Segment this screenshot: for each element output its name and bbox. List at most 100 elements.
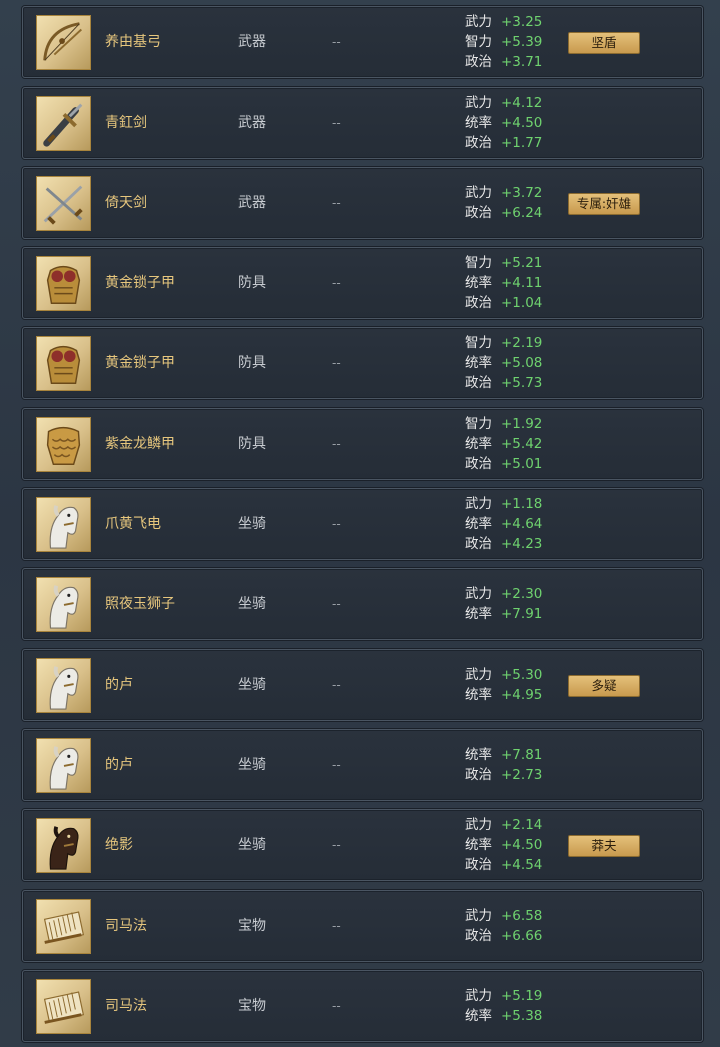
item-extra: --: [332, 276, 341, 290]
stat-line: 统率 +7.81: [465, 745, 575, 765]
stat-label: 武力: [465, 586, 492, 602]
item-stats: 武力 +3.25 智力 +5.39 政治 +3.71: [465, 7, 575, 77]
stat-line: 武力 +3.25: [465, 12, 575, 32]
item-name: 绝影: [105, 837, 133, 853]
stat-line: 智力 +1.92: [465, 414, 575, 434]
item-stats: 智力 +5.21 统率 +4.11 政治 +1.04: [465, 248, 575, 318]
scroll-icon: [36, 979, 91, 1034]
stat-value: +5.01: [501, 456, 543, 472]
stat-line: 政治 +4.54: [465, 855, 575, 875]
item-type: 宝物: [238, 918, 266, 934]
stat-value: +3.25: [501, 14, 543, 30]
bow-icon: [36, 15, 91, 70]
stat-label: 智力: [465, 335, 492, 351]
crossed-swords-icon: [36, 176, 91, 231]
item-name: 黄金锁子甲: [105, 355, 175, 371]
scale-armor-icon: [36, 417, 91, 472]
item-type: 坐骑: [238, 757, 266, 773]
stat-line: 政治 +5.01: [465, 454, 575, 474]
equipment-row[interactable]: 的卢 坐骑 -- 武力 +5.30 统率 +4.95 多疑: [22, 649, 703, 721]
stat-line: 政治 +1.77: [465, 133, 575, 153]
equipment-row[interactable]: 青釭剑 武器 -- 武力 +4.12 统率 +4.50 政治 +1.77: [22, 87, 703, 159]
stat-value: +4.50: [501, 837, 543, 853]
stat-line: 政治 +5.73: [465, 373, 575, 393]
stat-label: 武力: [465, 667, 492, 683]
stat-label: 武力: [465, 817, 492, 833]
stat-label: 统率: [465, 115, 492, 131]
item-extra: --: [332, 678, 341, 692]
stat-value: +6.24: [501, 205, 543, 221]
item-name: 黄金锁子甲: [105, 275, 175, 291]
armor-icon: [36, 336, 91, 391]
equipment-row[interactable]: 绝影 坐骑 -- 武力 +2.14 统率 +4.50 政治 +4.54 莽夫: [22, 809, 703, 881]
white-horse-icon: [36, 497, 91, 552]
equipment-row[interactable]: 黄金锁子甲 防具 -- 智力 +5.21 统率 +4.11 政治 +1.04: [22, 247, 703, 319]
stat-value: +4.12: [501, 95, 543, 111]
stat-line: 统率 +5.38: [465, 1006, 575, 1026]
item-extra: --: [332, 999, 341, 1013]
equipment-row[interactable]: 司马法 宝物 -- 武力 +6.58 政治 +6.66: [22, 890, 703, 962]
equipment-row[interactable]: 司马法 宝物 -- 武力 +5.19 统率 +5.38: [22, 970, 703, 1042]
stat-line: 统率 +4.11: [465, 273, 575, 293]
equipment-row[interactable]: 的卢 坐骑 -- 统率 +7.81 政治 +2.73: [22, 729, 703, 801]
stat-line: 统率 +4.95: [465, 685, 575, 705]
item-extra: --: [332, 919, 341, 933]
stat-label: 智力: [465, 255, 492, 271]
white-horse-icon: [36, 577, 91, 632]
item-type: 防具: [238, 275, 266, 291]
item-type: 防具: [238, 355, 266, 371]
equipment-row[interactable]: 紫金龙鳞甲 防具 -- 智力 +1.92 统率 +5.42 政治 +5.01: [22, 408, 703, 480]
equipment-row[interactable]: 黄金锁子甲 防具 -- 智力 +2.19 统率 +5.08 政治 +5.73: [22, 327, 703, 399]
item-stats: 武力 +3.72 政治 +6.24: [465, 168, 575, 238]
stat-value: +2.30: [501, 586, 543, 602]
stat-value: +6.66: [501, 928, 543, 944]
item-type: 坐骑: [238, 516, 266, 532]
stat-line: 统率 +4.50: [465, 835, 575, 855]
trait-tag-button[interactable]: 莽夫: [568, 835, 640, 857]
item-type: 宝物: [238, 998, 266, 1014]
item-extra: --: [332, 116, 341, 130]
stat-label: 武力: [465, 95, 492, 111]
stat-value: +4.23: [501, 536, 543, 552]
stat-line: 武力 +2.14: [465, 815, 575, 835]
item-stats: 武力 +2.14 统率 +4.50 政治 +4.54: [465, 810, 575, 880]
trait-tag-button[interactable]: 多疑: [568, 675, 640, 697]
stat-label: 武力: [465, 496, 492, 512]
equipment-row[interactable]: 照夜玉狮子 坐骑 -- 武力 +2.30 统率 +7.91: [22, 568, 703, 640]
equipment-row[interactable]: 爪黄飞电 坐骑 -- 武力 +1.18 统率 +4.64 政治 +4.23: [22, 488, 703, 560]
stat-value: +5.08: [501, 355, 543, 371]
stat-line: 智力 +5.21: [465, 253, 575, 273]
stat-value: +7.91: [501, 606, 543, 622]
stat-line: 政治 +3.71: [465, 52, 575, 72]
stat-value: +7.81: [501, 747, 543, 763]
item-stats: 武力 +5.30 统率 +4.95: [465, 650, 575, 720]
stat-label: 智力: [465, 416, 492, 432]
stat-value: +1.18: [501, 496, 543, 512]
stat-value: +2.19: [501, 335, 543, 351]
stat-line: 武力 +5.19: [465, 986, 575, 1006]
stat-line: 政治 +6.66: [465, 926, 575, 946]
stat-value: +1.92: [501, 416, 543, 432]
stat-value: +2.73: [501, 767, 543, 783]
stat-label: 政治: [465, 536, 492, 552]
dark-horse-icon: [36, 818, 91, 873]
stat-label: 政治: [465, 54, 492, 70]
trait-tag-button[interactable]: 专属:奸雄: [568, 193, 640, 215]
stat-value: +5.30: [501, 667, 543, 683]
item-name: 爪黄飞电: [105, 516, 161, 532]
stat-value: +5.73: [501, 375, 543, 391]
item-extra: --: [332, 517, 341, 531]
trait-tag-button[interactable]: 坚盾: [568, 32, 640, 54]
stat-value: +4.64: [501, 516, 543, 532]
equipment-row[interactable]: 倚天剑 武器 -- 武力 +3.72 政治 +6.24 专属:奸雄: [22, 167, 703, 239]
item-stats: 武力 +5.19 统率 +5.38: [465, 971, 575, 1041]
stat-label: 武力: [465, 14, 492, 30]
white-horse-icon: [36, 738, 91, 793]
item-name: 倚天剑: [105, 195, 147, 211]
equipment-row[interactable]: 养由基弓 武器 -- 武力 +3.25 智力 +5.39 政治 +3.71 坚盾: [22, 6, 703, 78]
item-extra: --: [332, 356, 341, 370]
armor-icon: [36, 256, 91, 311]
stat-line: 统率 +4.50: [465, 113, 575, 133]
stat-label: 统率: [465, 837, 492, 853]
stat-line: 统率 +5.42: [465, 434, 575, 454]
